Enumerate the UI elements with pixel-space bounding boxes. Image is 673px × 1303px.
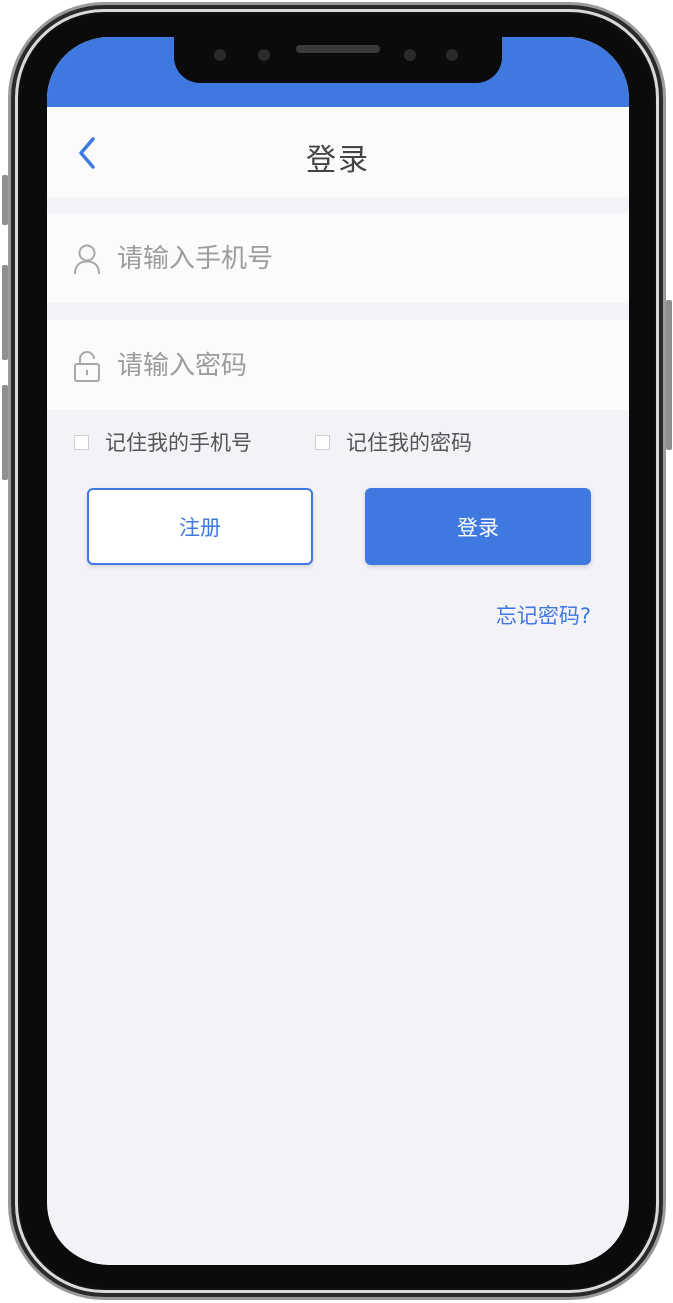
camera-notch — [174, 37, 502, 83]
page-title: 登录 — [306, 143, 370, 178]
volume-up-button — [2, 265, 8, 360]
front-camera — [404, 49, 416, 61]
app-screen: 登录 记住我的手机号 记住我的密码 注册 登录 忘记密码? — [47, 37, 629, 1265]
forgot-password-link[interactable]: 忘记密码? — [496, 600, 591, 630]
sensor-dot — [258, 49, 270, 61]
lock-icon — [74, 351, 100, 382]
nav-bar: 登录 — [47, 107, 629, 197]
sensor-dot — [214, 49, 226, 61]
remember-phone-label: 记住我的手机号 — [105, 431, 252, 455]
phone-field — [47, 213, 629, 303]
remember-password-label: 记住我的密码 — [346, 431, 472, 455]
remember-password-checkbox[interactable]: 记住我的密码 — [315, 428, 472, 456]
silent-switch — [2, 175, 8, 225]
login-button[interactable]: 登录 — [365, 488, 591, 565]
user-icon — [74, 244, 100, 275]
password-input[interactable] — [115, 340, 599, 392]
volume-down-button — [2, 385, 8, 480]
checkbox-box[interactable] — [74, 434, 89, 450]
power-button — [666, 300, 672, 450]
checkbox-box[interactable] — [315, 434, 330, 450]
phone-input[interactable] — [115, 233, 599, 285]
password-field — [47, 320, 629, 410]
sensor-dot — [446, 49, 458, 61]
earpiece-speaker — [296, 45, 380, 53]
register-button[interactable]: 注册 — [87, 488, 313, 565]
remember-phone-checkbox[interactable]: 记住我的手机号 — [74, 428, 252, 456]
